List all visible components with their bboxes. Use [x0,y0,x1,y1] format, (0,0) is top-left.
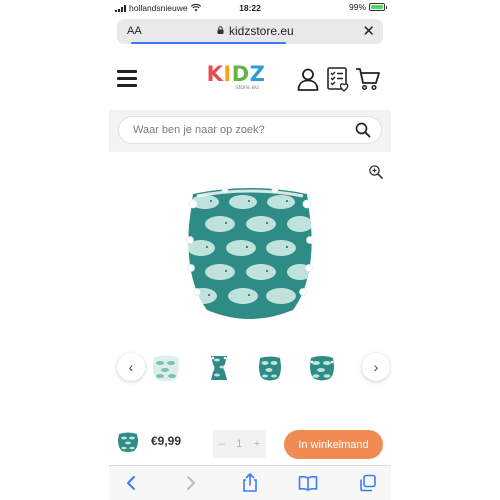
search-placeholder: Waar ben je naar op zoek? [133,124,265,136]
product-image[interactable] [175,180,325,330]
browser-toolbar [109,465,391,500]
address-bar[interactable]: AA kidzstore.eu ✕ [117,19,383,44]
search-input[interactable]: Waar ben je naar op zoek? [118,116,382,144]
product-mini-thumbnail [118,432,138,452]
bookmarks-icon[interactable] [298,473,318,493]
site-header: KIDZ store.eu [109,52,391,110]
cart-icon[interactable] [355,66,381,92]
battery-percent: 99% [348,2,366,12]
tabs-icon[interactable] [358,473,378,493]
logo-letter: I [223,62,232,86]
search-area: Waar ben je naar op zoek? [109,110,391,152]
battery-icon [369,3,387,11]
menu-icon[interactable] [117,70,137,87]
close-icon[interactable]: ✕ [362,22,375,40]
thumbnail-3[interactable] [255,354,285,382]
thumbnail-1[interactable] [151,354,181,382]
share-icon[interactable] [240,473,260,493]
mobile-browser: hollandsnieuwe 18:22 99% AA kidzstore.eu… [109,0,391,500]
wishlist-icon[interactable] [325,66,351,92]
quantity-stepper[interactable]: – 1 + [213,430,266,458]
page-load-progress [131,42,286,44]
back-icon[interactable] [121,473,141,493]
logo-letter: K [206,62,224,86]
status-bar: hollandsnieuwe 18:22 99% [109,0,391,16]
kidz-logo[interactable]: KIDZ store.eu [205,63,267,91]
add-to-cart-button[interactable]: In winkelmand [284,430,383,459]
search-icon[interactable] [355,122,371,138]
url-text[interactable]: kidzstore.eu [229,24,294,38]
quantity-decrease-button[interactable]: – [219,438,225,450]
forward-icon[interactable] [181,473,201,493]
lock-icon [217,26,224,34]
thumbnail-prev-button[interactable]: ‹ [117,353,145,381]
logo-letter: Z [249,62,266,86]
quantity-value[interactable]: 1 [236,438,242,450]
text-size-button[interactable]: AA [127,25,142,37]
account-icon[interactable] [295,66,321,92]
zoom-in-icon[interactable] [368,164,384,180]
chevron-left-icon: ‹ [128,359,134,375]
logo-letter: D [231,62,250,86]
thumbnail-next-button[interactable]: › [362,353,390,381]
product-price: €9,99 [151,434,182,448]
thumbnail-4[interactable] [307,354,337,382]
chevron-right-icon: › [373,359,379,375]
quantity-increase-button[interactable]: + [254,438,260,450]
purchase-bar: €9,99 – 1 + In winkelmand [109,426,391,462]
thumbnail-2[interactable] [204,354,234,382]
